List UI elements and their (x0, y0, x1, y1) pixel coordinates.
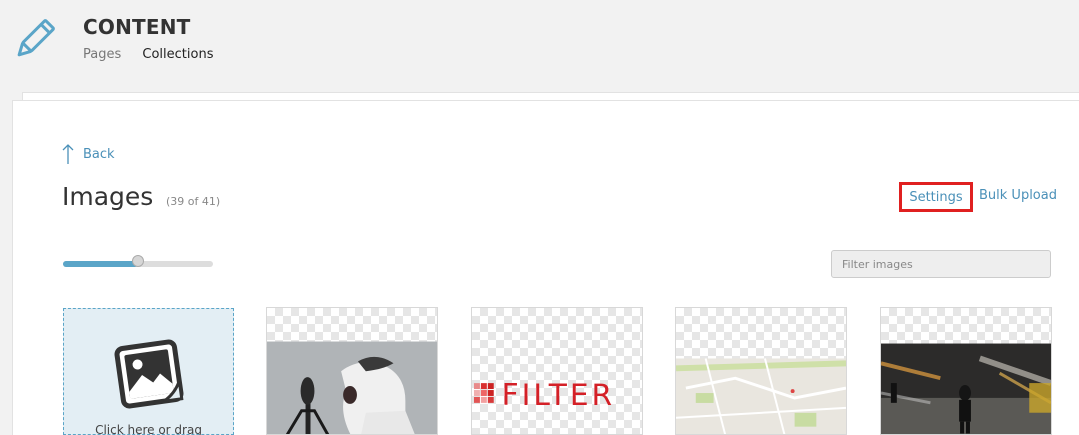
microphone-boy-thumbnail (267, 341, 437, 434)
image-tile-street-map[interactable] (675, 307, 847, 435)
image-count: (39 of 41) (166, 195, 221, 208)
filter-logo-thumbnail: FILTER (473, 378, 615, 408)
size-slider-fill (63, 261, 138, 267)
size-slider-handle[interactable] (132, 255, 144, 267)
image-upload-icon (114, 339, 184, 409)
page-title: Images (62, 182, 154, 211)
nav-collections[interactable]: Collections (142, 47, 213, 62)
image-tile-street-night[interactable] (880, 307, 1052, 435)
back-link[interactable]: Back (62, 142, 115, 166)
bulk-upload-button[interactable]: Bulk Upload (979, 188, 1057, 203)
settings-button[interactable]: Settings (899, 182, 973, 212)
nav-pages[interactable]: Pages (83, 47, 121, 62)
pencil-icon (17, 19, 55, 57)
upload-dropzone[interactable]: Click here or drag (63, 308, 234, 435)
section-title: CONTENT (83, 15, 191, 39)
section-nav: Pages Collections (83, 47, 230, 62)
street-map-thumbnail (676, 358, 846, 434)
image-tile-microphone-boy[interactable] (266, 307, 438, 435)
back-label: Back (83, 146, 115, 162)
image-tile-filter-logo[interactable]: FILTER (471, 307, 643, 435)
arrow-up-icon (62, 144, 74, 164)
street-night-thumbnail (881, 343, 1051, 434)
upload-label: Click here or drag (95, 423, 202, 435)
page-header: CONTENT Pages Collections (0, 0, 1079, 92)
filter-input[interactable] (831, 250, 1051, 278)
filter-logo-text: FILTER (502, 378, 615, 408)
